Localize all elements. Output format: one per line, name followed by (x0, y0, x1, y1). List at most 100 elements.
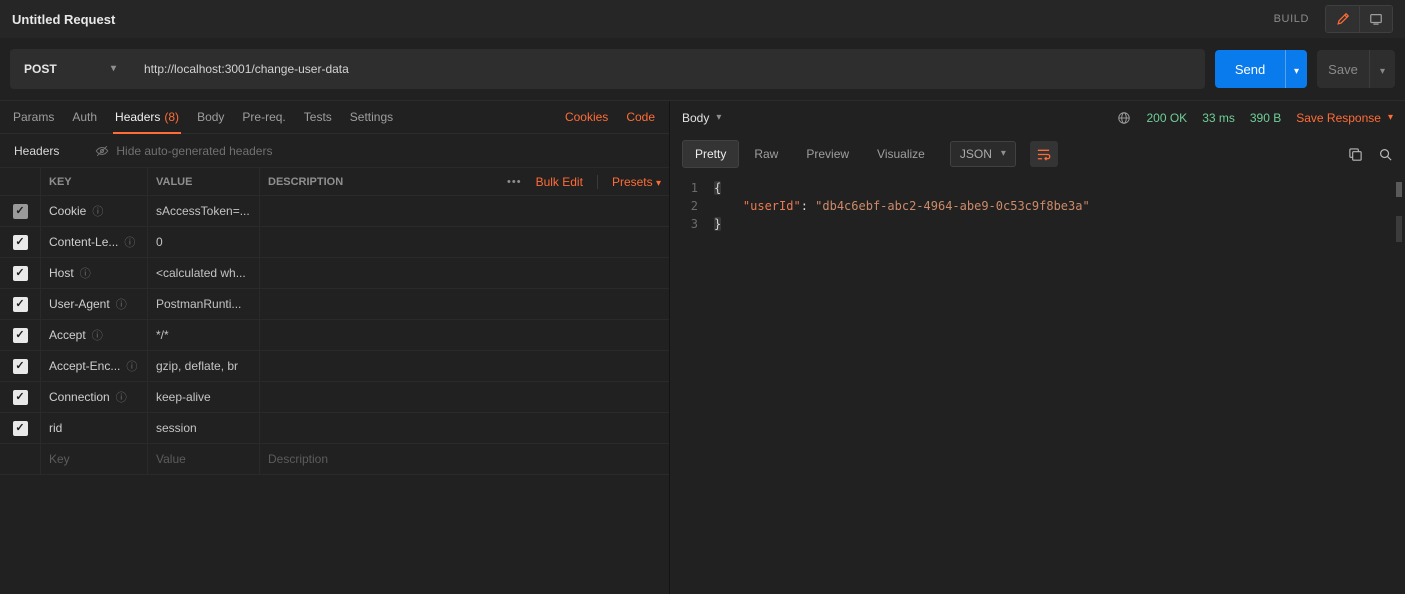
tab-auth[interactable]: Auth (63, 101, 106, 133)
check-icon: ✓ (15, 330, 24, 341)
tab-tests[interactable]: Tests (295, 101, 341, 133)
search-icon[interactable] (1378, 147, 1393, 162)
pencil-icon (1336, 12, 1350, 26)
row-checkbox[interactable]: ✓ (13, 266, 28, 281)
header-description-cell[interactable] (260, 258, 669, 288)
scrollbar-thumb[interactable] (1396, 182, 1402, 197)
topbar-icon-group (1325, 5, 1393, 33)
method-select[interactable]: POST ▾ (10, 49, 130, 89)
row-checkbox[interactable]: ✓ (13, 328, 28, 343)
header-description-cell[interactable] (260, 320, 669, 350)
header-key-cell[interactable]: Content-Le...ⓘ (41, 227, 148, 257)
send-button[interactable]: Send (1215, 50, 1285, 88)
cookies-link[interactable]: Cookies (565, 110, 608, 124)
wrap-text-button[interactable] (1030, 141, 1058, 167)
header-value-cell[interactable]: keep-alive (148, 382, 260, 412)
header-key-cell[interactable]: Accept-Enc...ⓘ (41, 351, 148, 381)
send-options-button[interactable]: ▾ (1285, 50, 1307, 88)
request-panel: Params Auth Headers (8) Body Pre-req. Te… (0, 101, 670, 594)
url-value: http://localhost:3001/change-user-data (144, 62, 349, 76)
table-row: ✓ Acceptⓘ */* (0, 320, 669, 351)
code-link[interactable]: Code (626, 110, 655, 124)
row-checkbox[interactable]: ✓ (13, 359, 28, 374)
header-value-cell[interactable]: 0 (148, 227, 260, 257)
header-key-cell[interactable]: rid (41, 413, 148, 443)
check-icon: ✓ (15, 237, 24, 248)
response-body-viewer[interactable]: 1 { 2 "userId": "db4c6ebf-abc2-4964-abe9… (670, 174, 1405, 594)
scrollbar-thumb[interactable] (1396, 216, 1402, 242)
chevron-down-icon: ▾ (1388, 113, 1393, 123)
row-checkbox[interactable]: ✓ (13, 235, 28, 250)
url-box: POST ▾ http://localhost:3001/change-user… (10, 49, 1205, 89)
save-button[interactable]: Save (1317, 50, 1369, 88)
header-value-cell[interactable]: */* (148, 320, 260, 350)
divider (597, 175, 598, 189)
check-icon: ✓ (15, 299, 24, 310)
header-description-cell[interactable] (260, 227, 669, 257)
presets-dropdown[interactable]: Presets ▾ (612, 175, 661, 189)
editor-scrollbar[interactable] (1395, 174, 1402, 594)
tab-pretty[interactable]: Pretty (682, 140, 739, 168)
table-placeholder-row: Key Value Description (0, 444, 669, 475)
column-value: VALUE (148, 168, 260, 195)
key-input[interactable]: Key (41, 444, 148, 474)
info-icon: ⓘ (116, 389, 127, 405)
header-key-cell[interactable]: Hostⓘ (41, 258, 148, 288)
copy-icon[interactable] (1348, 147, 1363, 162)
value-input[interactable]: Value (148, 444, 260, 474)
response-toolbar: Body ▾ 200 OK 33 ms 390 B Save Response … (670, 101, 1405, 134)
code-line: 1 { (670, 179, 1405, 197)
tab-visualize[interactable]: Visualize (864, 140, 938, 168)
header-key-cell[interactable]: Acceptⓘ (41, 320, 148, 350)
more-options-icon[interactable]: ••• (507, 176, 522, 188)
line-number: 3 (670, 215, 714, 233)
save-response-dropdown[interactable]: Save Response ▾ (1296, 111, 1393, 125)
header-key-cell[interactable]: Cookieⓘ (41, 196, 148, 226)
header-description-cell[interactable] (260, 351, 669, 381)
header-value-cell[interactable]: gzip, deflate, br (148, 351, 260, 381)
edit-request-button[interactable] (1326, 6, 1359, 32)
row-checkbox[interactable]: ✓ (13, 204, 28, 219)
hide-autogenerated-toggle[interactable]: Hide auto-generated headers (95, 144, 272, 158)
console-button[interactable] (1359, 6, 1392, 32)
header-description-cell[interactable] (260, 289, 669, 319)
header-key-cell[interactable]: Connectionⓘ (41, 382, 148, 412)
header-value-cell[interactable]: session (148, 413, 260, 443)
header-value-cell[interactable]: <calculated wh... (148, 258, 260, 288)
tab-preview[interactable]: Preview (793, 140, 862, 168)
row-checkbox[interactable]: ✓ (13, 421, 28, 436)
placeholder-checkbox-cell (0, 444, 41, 474)
save-options-button[interactable]: ▾ (1369, 50, 1395, 88)
header-value-cell[interactable]: sAccessToken=... (148, 196, 260, 226)
header-description-cell[interactable] (260, 196, 669, 226)
headers-section-title: Headers (14, 144, 59, 158)
check-icon: ✓ (15, 423, 24, 434)
header-key-cell[interactable]: User-Agentⓘ (41, 289, 148, 319)
format-select[interactable]: JSON ▾ (950, 141, 1016, 167)
response-tab-actions (1348, 147, 1393, 162)
table-row: ✓ Hostⓘ <calculated wh... (0, 258, 669, 289)
response-body-dropdown[interactable]: Body ▾ (682, 111, 721, 125)
url-input[interactable]: http://localhost:3001/change-user-data (130, 49, 1205, 89)
header-description-cell[interactable] (260, 382, 669, 412)
chevron-down-icon: ▾ (1294, 66, 1299, 77)
json-separator: : (801, 199, 815, 213)
bulk-edit-link[interactable]: Bulk Edit (536, 175, 583, 189)
line-number: 2 (670, 197, 714, 215)
tab-params[interactable]: Params (4, 101, 63, 133)
check-icon: ✓ (15, 361, 24, 372)
tab-raw[interactable]: Raw (741, 140, 791, 168)
header-value-cell[interactable]: PostmanRunti... (148, 289, 260, 319)
globe-icon[interactable] (1117, 111, 1131, 125)
headers-subheader: Headers Hide auto-generated headers (0, 134, 669, 167)
header-description-cell[interactable] (260, 413, 669, 443)
row-checkbox[interactable]: ✓ (13, 390, 28, 405)
request-tabs: Params Auth Headers (8) Body Pre-req. Te… (0, 101, 669, 134)
code-line: 2 "userId": "db4c6ebf-abc2-4964-abe9-0c5… (670, 197, 1405, 215)
tab-headers[interactable]: Headers (8) (106, 101, 188, 133)
row-checkbox[interactable]: ✓ (13, 297, 28, 312)
description-input[interactable]: Description (260, 444, 669, 474)
tab-pre-request[interactable]: Pre-req. (233, 101, 294, 133)
tab-body[interactable]: Body (188, 101, 233, 133)
tab-settings[interactable]: Settings (341, 101, 402, 133)
